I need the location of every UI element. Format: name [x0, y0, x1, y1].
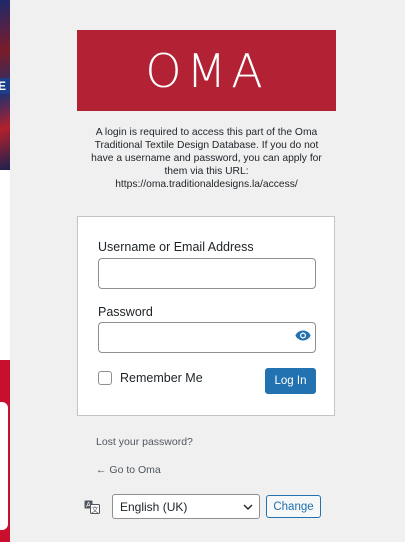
username-label: Username or Email Address — [98, 240, 254, 254]
remember-me: Remember Me — [98, 371, 203, 385]
username-input[interactable] — [98, 258, 316, 289]
background-white-area — [0, 170, 10, 360]
login-page: OMA A login is required to access this p… — [10, 0, 405, 542]
svg-text:文: 文 — [92, 505, 99, 514]
background-image: E — [0, 0, 10, 170]
background-tag: E — [0, 78, 10, 94]
background-page: E — [0, 0, 10, 542]
translate-icon: A 文 — [84, 500, 100, 514]
message-line: have a username and password, you can ap… — [91, 153, 322, 164]
message-line: https://oma.traditionaldesigns.la/access… — [115, 179, 298, 190]
password-input[interactable] — [98, 322, 316, 353]
login-form: Username or Email Address Password Remem… — [77, 216, 335, 416]
logo-text: OMA — [145, 43, 268, 98]
background-card — [0, 400, 10, 532]
language-select[interactable]: English (UK) — [112, 494, 260, 519]
password-label: Password — [98, 305, 153, 319]
eye-icon — [295, 330, 311, 340]
show-password-button[interactable] — [294, 328, 312, 342]
remember-me-label: Remember Me — [120, 371, 203, 385]
language-switcher: A 文 English (UK) Change — [84, 494, 321, 519]
message-line: A login is required to access this part … — [95, 127, 318, 138]
change-language-button[interactable]: Change — [266, 495, 321, 518]
login-message: A login is required to access this part … — [77, 126, 336, 191]
remember-me-checkbox[interactable] — [98, 371, 112, 385]
lost-password-link[interactable]: Lost your password? — [96, 436, 193, 448]
chevron-down-icon — [243, 504, 253, 510]
language-selected: English (UK) — [120, 499, 188, 514]
site-logo[interactable]: OMA — [77, 30, 336, 111]
login-button[interactable]: Log In — [265, 368, 316, 394]
message-line: them via this URL: — [164, 166, 249, 177]
back-to-site-link[interactable]: ← Go to Oma — [96, 464, 161, 476]
message-line: Traditional Textile Design Database. If … — [94, 140, 319, 151]
